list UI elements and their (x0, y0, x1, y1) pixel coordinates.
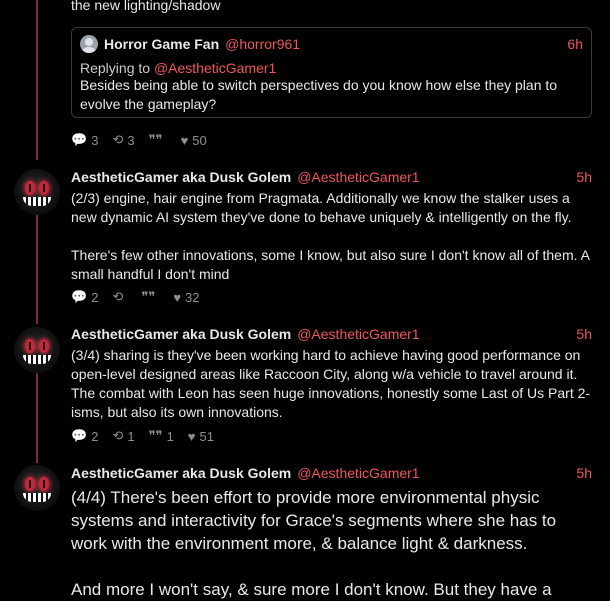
avatar[interactable] (14, 327, 60, 373)
like-count: 50 (192, 132, 207, 148)
quoted-post-body: Besides being able to switch perspective… (80, 77, 558, 112)
author-handle[interactable]: @AestheticGamer1 (297, 465, 419, 481)
replying-to-handle[interactable]: @AestheticGamer1 (154, 60, 276, 76)
like-count: 51 (199, 428, 214, 444)
replying-to-label: Replying to (80, 60, 154, 76)
reply-icon: 💬 (71, 132, 88, 147)
quoted-timestamp[interactable]: 6h (567, 36, 583, 52)
quoted-post[interactable]: Horror Game Fan @horror961 6h Replying t… (71, 27, 592, 118)
repost-button[interactable]: ⟲ (112, 289, 127, 305)
post-body: (2/3) engine, hair engine from Pragmata.… (71, 189, 592, 284)
reply-button[interactable]: 💬 3 (71, 132, 98, 148)
post-header: AestheticGamer aka Dusk Golem @Aesthetic… (71, 169, 592, 185)
post-stats: 💬 2 ⟲ 1 ❞❞ 1 ♥ 51 (71, 428, 228, 444)
default-avatar-icon[interactable] (80, 35, 98, 53)
reply-button[interactable]: 💬 2 (71, 428, 98, 444)
avatar[interactable] (14, 465, 60, 511)
repost-button[interactable]: ⟲ 3 (112, 132, 134, 148)
heart-icon: ♥ (180, 132, 189, 148)
post-header: AestheticGamer aka Dusk Golem @Aesthetic… (71, 326, 592, 342)
quote-button[interactable]: ❞❞ 1 (149, 428, 174, 444)
quoted-author-handle[interactable]: @horror961 (225, 36, 300, 52)
heart-icon: ♥ (187, 428, 196, 444)
post-paragraph: (4/4) There's been effort to provide mor… (71, 488, 557, 553)
thread-line (36, 0, 38, 160)
author-handle[interactable]: @AestheticGamer1 (297, 169, 419, 185)
avatar[interactable] (14, 169, 60, 215)
thread-line (36, 373, 38, 463)
post-paragraph: And more I won't say, & sure more I don'… (71, 580, 552, 599)
like-button[interactable]: ♥ 51 (188, 429, 214, 444)
quote-button[interactable]: ❞❞ (149, 132, 167, 148)
like-count: 32 (185, 289, 200, 305)
reply-icon: 💬 (71, 428, 88, 443)
author-name[interactable]: AestheticGamer aka Dusk Golem (71, 326, 291, 342)
repost-icon: ⟲ (112, 428, 124, 443)
post-paragraph: There's few other innovations, some I kn… (71, 247, 590, 282)
post-stats: 💬 3 ⟲ 3 ❞❞ ♥ 50 (71, 132, 221, 148)
heart-icon: ♥ (173, 289, 182, 305)
post-text-fragment: the new lighting/shadow (71, 0, 221, 13)
thread-line (36, 214, 38, 324)
like-button[interactable]: ♥ 50 (181, 133, 207, 148)
post-stats: 💬 2 ⟲ ❞❞ ♥ 32 (71, 289, 214, 305)
quote-icon: ❞❞ (148, 132, 163, 147)
timestamp[interactable]: 5h (576, 465, 592, 481)
reply-count: 2 (91, 428, 99, 444)
timestamp[interactable]: 5h (576, 326, 592, 342)
replying-to: Replying to @AestheticGamer1 (80, 60, 583, 76)
reply-count: 2 (91, 289, 99, 305)
reply-count: 3 (91, 132, 99, 148)
author-name[interactable]: AestheticGamer aka Dusk Golem (71, 465, 291, 481)
post-body: (4/4) There's been effort to provide mor… (71, 486, 592, 601)
timestamp[interactable]: 5h (576, 169, 592, 185)
repost-icon: ⟲ (112, 289, 124, 304)
post-body: (3/4) sharing is they've been working ha… (71, 347, 591, 420)
quote-icon: ❞❞ (148, 428, 163, 443)
quote-count: 1 (166, 428, 174, 444)
quoted-author-name[interactable]: Horror Game Fan (104, 36, 219, 52)
reply-icon: 💬 (71, 289, 88, 304)
post-paragraph: (2/3) engine, hair engine from Pragmata.… (71, 190, 572, 225)
repost-icon: ⟲ (112, 132, 124, 147)
reply-button[interactable]: 💬 2 (71, 289, 98, 305)
author-name[interactable]: AestheticGamer aka Dusk Golem (71, 169, 291, 185)
like-button[interactable]: ♥ 32 (173, 290, 199, 305)
repost-count: 1 (127, 428, 135, 444)
repost-button[interactable]: ⟲ 1 (112, 428, 134, 444)
repost-count: 3 (127, 132, 135, 148)
post-header: AestheticGamer aka Dusk Golem @Aesthetic… (71, 465, 592, 481)
quote-button[interactable]: ❞❞ (141, 289, 159, 305)
quote-icon: ❞❞ (141, 289, 156, 304)
author-handle[interactable]: @AestheticGamer1 (297, 326, 419, 342)
